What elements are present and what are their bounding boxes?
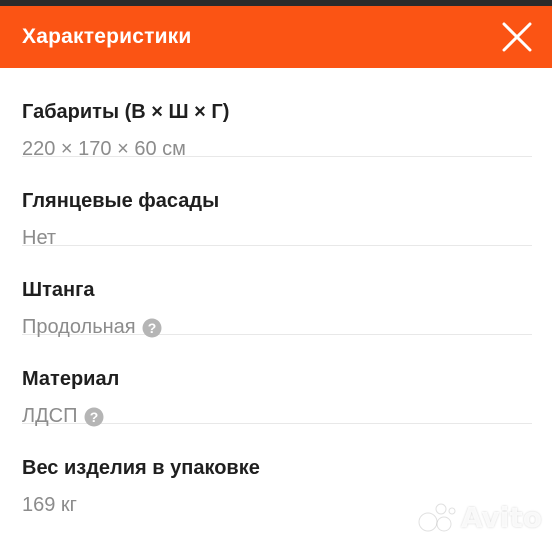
spec-value: 169 кг <box>22 494 77 516</box>
dialog-title: Характеристики <box>22 25 192 48</box>
spec-row-rod: Штанга Продольная ? <box>22 246 532 338</box>
spec-row-glossy-facades: Глянцевые фасады Нет <box>22 157 532 249</box>
spec-label: Материал <box>22 368 120 390</box>
spec-label: Штанга <box>22 279 95 301</box>
close-icon <box>502 22 532 52</box>
avito-watermark: Avito <box>417 500 542 534</box>
spec-value-wrap: 169 кг <box>22 494 77 517</box>
svg-text:?: ? <box>89 409 98 425</box>
avito-logo-icon <box>418 503 456 532</box>
dialog-header: Характеристики <box>0 6 552 68</box>
spec-label: Габариты (В × Ш × Г) <box>22 101 230 123</box>
specs-list: Габариты (В × Ш × Г) 220 × 170 × 60 см Г… <box>22 68 532 516</box>
spec-label: Вес изделия в упаковке <box>22 457 260 479</box>
watermark-text: Avito <box>460 500 542 534</box>
close-button[interactable] <box>500 20 534 54</box>
spec-label: Глянцевые фасады <box>22 190 220 212</box>
svg-text:?: ? <box>147 320 156 336</box>
spec-row-dimensions: Габариты (В × Ш × Г) 220 × 170 × 60 см <box>22 68 532 160</box>
spec-row-material: Материал ЛДСП ? <box>22 335 532 427</box>
